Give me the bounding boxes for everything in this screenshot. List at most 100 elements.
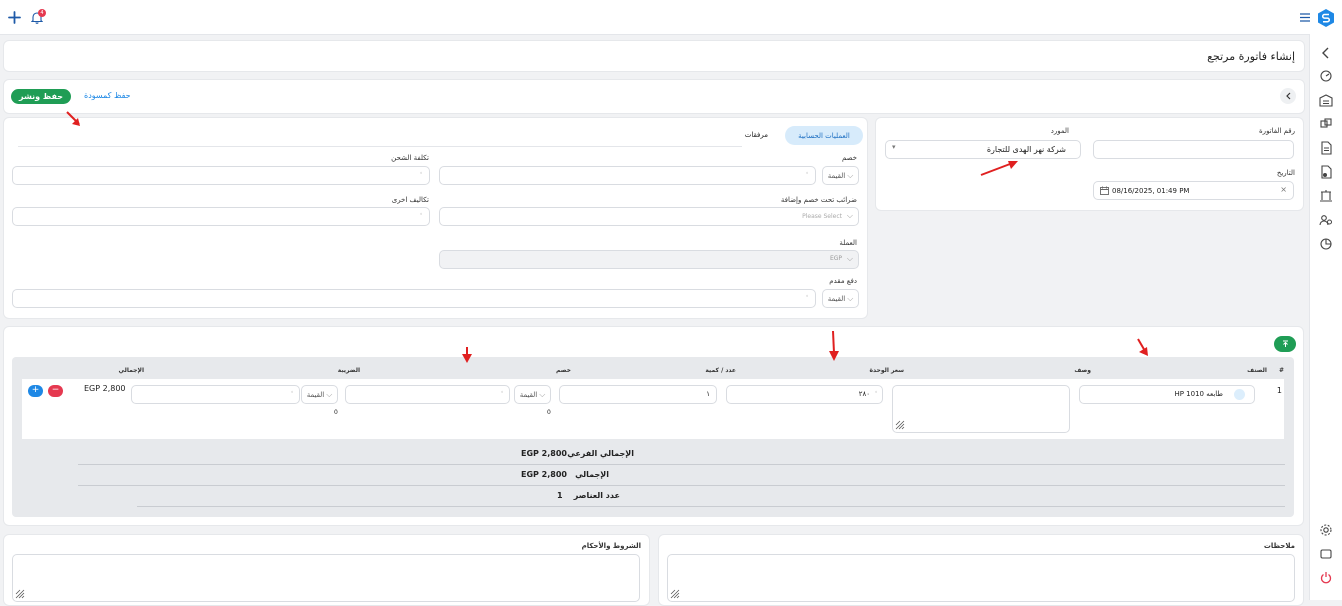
shipping-cost-input[interactable]: ◦ — [12, 166, 430, 185]
top-bar: 4 — [0, 0, 1342, 35]
save-draft-button[interactable]: حفظ كمسودة — [84, 91, 131, 100]
total-value: EGP 2,800 — [521, 470, 567, 479]
chevron-down-icon: ⌵ — [539, 389, 546, 399]
chevron-left-icon — [1285, 92, 1290, 100]
row-tax-sub: 0 — [334, 409, 338, 416]
annotation-arrow-icon — [66, 111, 80, 126]
row-total: EGP 2,800 — [84, 384, 126, 393]
collapse-chevron-icon[interactable] — [1319, 46, 1333, 60]
date-value: 08/16/2025, 01:49 PM — [1112, 187, 1190, 195]
col-header-unit-price: سعر الوحدة — [869, 367, 904, 374]
items-table: # الصنف وصف سعر الوحدة عدد / كمية خصم ال… — [12, 357, 1294, 517]
resize-handle-icon[interactable] — [670, 589, 680, 599]
table-row: 1 طابعه HP 1010 ٢٨٠ ◦ ١ القيمة⌵ ◦ 0 الق — [22, 379, 1284, 439]
tab-attachments[interactable]: مرفقات — [745, 131, 768, 139]
currency-label: العملة — [839, 239, 857, 247]
quantity-input[interactable]: ١ — [559, 385, 717, 404]
chevron-down-icon: ⌵ — [326, 389, 333, 399]
collapse-items-button[interactable] — [1274, 336, 1296, 352]
notes-textarea[interactable] — [667, 554, 1295, 602]
resize-handle-icon[interactable] — [895, 420, 905, 430]
stepper-icon: ◦ — [805, 170, 809, 177]
row-tax-type-select[interactable]: القيمة ⌵ — [301, 385, 338, 404]
tab-accounting[interactable]: العمليات الحسابية — [785, 126, 863, 145]
stepper-icon: ◦ — [500, 389, 504, 396]
page-header: إنشاء فاتورة مرتجع — [3, 40, 1305, 72]
total-label: الإجمالي — [575, 470, 609, 479]
purchases-icon[interactable] — [1319, 165, 1333, 179]
back-button[interactable] — [1280, 88, 1296, 104]
col-header-num: # — [1278, 367, 1284, 374]
clear-date-icon[interactable]: × — [1280, 185, 1287, 194]
items-card: # الصنف وصف سعر الوحدة عدد / كمية خصم ال… — [3, 326, 1304, 526]
annotation-arrow-icon — [980, 161, 1018, 176]
chevron-down-icon: ⌵ — [847, 293, 854, 303]
notifications-button[interactable]: 4 — [31, 9, 46, 25]
add-icon[interactable] — [8, 11, 21, 24]
items-count-value: 1 — [557, 491, 563, 500]
invoices-icon[interactable] — [1319, 141, 1333, 155]
date-input[interactable]: 08/16/2025, 01:49 PM × — [1093, 181, 1294, 200]
row-discount-type-select[interactable]: القيمة ⌵ — [514, 385, 551, 404]
item-badge-icon — [1234, 389, 1245, 400]
discount-type-select[interactable]: القيمة ⌵ — [822, 166, 859, 185]
row-discount-sub: 0 — [547, 409, 551, 416]
menu-icon[interactable] — [1300, 13, 1310, 22]
resize-handle-icon[interactable] — [15, 589, 25, 599]
terms-card: الشروط والأحكام — [3, 534, 650, 606]
save-publish-button[interactable]: حفظ ونشر — [11, 89, 71, 104]
page-title: إنشاء فاتورة مرتجع — [1207, 50, 1295, 63]
arrow-up-icon — [1282, 340, 1288, 347]
col-header-tax: الضريبة — [337, 367, 360, 374]
reports-icon[interactable] — [1319, 237, 1333, 251]
stepper-icon: ◦ — [874, 389, 878, 396]
tabs-divider — [18, 146, 742, 147]
stepper-icon: ◦ — [805, 293, 809, 300]
discount-input[interactable]: ◦ — [439, 166, 816, 185]
taxes-select[interactable]: Please Select ⌵ — [439, 207, 859, 226]
items-count-label: عدد العناصر — [573, 491, 620, 500]
other-costs-input[interactable]: ◦ — [12, 207, 430, 226]
action-bar: حفظ ونشر حفظ كمسودة — [3, 79, 1305, 114]
products-icon[interactable] — [1319, 117, 1333, 131]
row-tax-input[interactable]: ◦ — [131, 385, 300, 404]
notes-card: ملاحظات — [658, 534, 1304, 606]
app-logo-icon[interactable] — [1318, 9, 1334, 27]
settings-icon[interactable] — [1319, 523, 1333, 537]
row-discount-input[interactable]: ◦ — [345, 385, 510, 404]
invoice-number-label: رقم الفاتورة — [1259, 127, 1295, 135]
right-sidebar — [1309, 34, 1342, 600]
taxes-label: ضرائب تحت خصم وإضافة — [780, 196, 857, 204]
dashboard-icon[interactable] — [1319, 69, 1333, 83]
notes-label: ملاحظات — [1263, 542, 1295, 550]
warehouse-icon[interactable] — [1319, 93, 1333, 107]
accounting-icon[interactable] — [1319, 189, 1333, 203]
invoice-number-input[interactable] — [1093, 140, 1294, 159]
totals-divider — [78, 464, 1285, 465]
annotation-arrow-icon — [829, 330, 839, 361]
currency-select[interactable]: EGP ⌵ — [439, 250, 859, 269]
users-icon[interactable] — [1319, 213, 1333, 227]
advance-payment-input[interactable]: ◦ — [12, 289, 816, 308]
col-header-desc: وصف — [1074, 367, 1091, 374]
remove-row-button[interactable]: − — [48, 385, 63, 397]
chevron-down-icon: ⌵ — [847, 170, 854, 180]
other-costs-label: تكاليف اخرى — [391, 196, 429, 204]
terms-textarea[interactable] — [12, 554, 640, 602]
terms-label: الشروط والأحكام — [581, 542, 641, 550]
add-row-button[interactable]: + — [28, 385, 43, 397]
unit-price-input[interactable]: ٢٨٠ ◦ — [726, 385, 883, 404]
window-icon[interactable] — [1319, 547, 1333, 561]
advance-type-select[interactable]: القيمة ⌵ — [822, 289, 859, 308]
stepper-icon: ◦ — [419, 170, 423, 177]
discount-label: خصم — [841, 154, 857, 162]
item-select[interactable]: طابعه HP 1010 — [1079, 385, 1255, 404]
totals-divider — [137, 506, 1285, 507]
logout-icon[interactable] — [1319, 571, 1333, 585]
invoice-info-card: رقم الفاتورة المورد شركة نهر الهدى للتجا… — [875, 117, 1304, 211]
supplier-select[interactable]: شركة نهر الهدى للتجارة ▾ — [885, 140, 1081, 159]
advance-payment-label: دفع مقدم — [829, 277, 857, 285]
description-textarea[interactable] — [892, 385, 1070, 433]
chevron-down-icon: ⌵ — [846, 254, 853, 263]
notification-badge: 4 — [38, 9, 46, 17]
